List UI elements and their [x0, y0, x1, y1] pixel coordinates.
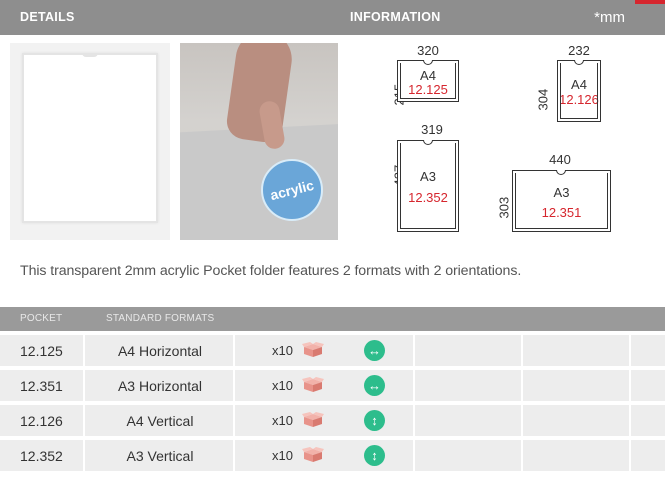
column-header-pocket: POCKET: [20, 313, 63, 324]
format-box: A4 12.125: [397, 60, 459, 102]
format-box: A3 12.352: [397, 140, 459, 232]
details-heading: DETAILS: [20, 10, 75, 24]
table-cell: [415, 335, 523, 366]
format-name: A3 Vertical: [126, 448, 194, 464]
vertical-orientation-icon: ↕: [364, 445, 385, 466]
information-heading: INFORMATION: [350, 10, 441, 24]
format-diagram-a3-horizontal: 440 303 A3 12.351: [495, 148, 625, 243]
product-image-front: [10, 43, 170, 240]
format-width: 440: [549, 152, 571, 167]
table-cell: [415, 370, 523, 401]
format-tab: [574, 60, 584, 65]
table-cell: [235, 335, 415, 366]
product-description: This transparent 2mm acrylic Pocket fold…: [20, 263, 522, 279]
format-name: A4 Vertical: [126, 413, 194, 429]
format-width: 319: [421, 122, 443, 137]
acrylic-badge-text: acrylic: [268, 176, 316, 204]
vertical-orientation-icon: ↕: [364, 410, 385, 431]
quantity: x10: [272, 413, 293, 428]
box-icon: [302, 447, 324, 462]
format-name: A3 Horizontal: [117, 378, 203, 394]
format-name: A3: [553, 185, 570, 200]
pocket-code: 12.351: [20, 378, 63, 394]
format-diagram-a3-vertical: 319 427 A3 12.352: [380, 120, 470, 240]
box-icon: [302, 342, 324, 357]
table-header: POCKET STANDARD FORMATS: [0, 307, 665, 331]
format-tab: [423, 140, 433, 145]
format-name: A4: [571, 77, 587, 92]
table-cell: [523, 440, 631, 471]
format-box: A4 12.126: [557, 60, 601, 122]
quantity: x10: [272, 343, 293, 358]
format-code: 12.352: [408, 190, 448, 205]
table-row[interactable]: 12.126 A4 Vertical x10 ↕: [0, 405, 665, 436]
format-code: 12.126: [559, 92, 599, 107]
product-photo-hand: acrylic: [180, 43, 338, 240]
table-row[interactable]: 12.351 A3 Horizontal x10 ↔: [0, 370, 665, 401]
format-height: 304: [535, 88, 551, 111]
horizontal-orientation-icon: ↔: [364, 340, 385, 361]
accent-tab: [635, 0, 665, 4]
pocket-code: 12.352: [20, 448, 63, 464]
box-icon: [302, 412, 324, 427]
format-height: 303: [496, 196, 512, 219]
format-diagram-a4-horizontal: 320 215 A4 12.125: [380, 40, 460, 120]
table-row[interactable]: 12.125 A4 Horizontal x10 ↔: [0, 335, 665, 366]
format-box: A3 12.351: [512, 170, 611, 232]
pocket-illustration: [22, 53, 158, 223]
quantity: x10: [272, 448, 293, 463]
table-cell: [415, 405, 523, 436]
format-name: A3: [420, 169, 436, 184]
table-cell: [415, 440, 523, 471]
format-width: 320: [417, 43, 439, 58]
format-diagram-a4-vertical: 232 304 A4 12.126: [530, 40, 610, 130]
pocket-code: 12.125: [20, 343, 63, 359]
acrylic-badge: acrylic: [261, 159, 323, 221]
quantity: x10: [272, 378, 293, 393]
box-icon: [302, 377, 324, 392]
unit-label: *mm: [594, 9, 625, 26]
format-code: 12.351: [541, 205, 582, 220]
pocket-code: 12.126: [20, 413, 63, 429]
format-name: A4 Horizontal: [117, 343, 203, 359]
column-header-standard-formats: STANDARD FORMATS: [106, 313, 215, 324]
format-code: 12.125: [408, 82, 448, 97]
table-cell: [235, 405, 415, 436]
format-width: 232: [568, 43, 590, 58]
format-tab: [556, 170, 566, 175]
table-cell: [523, 335, 631, 366]
table-row[interactable]: 12.352 A3 Vertical x10 ↕: [0, 440, 665, 471]
pocket-notch: [82, 53, 98, 57]
table-cell: [523, 405, 631, 436]
header-bar: DETAILS INFORMATION *mm: [0, 0, 665, 35]
format-tab: [423, 60, 433, 65]
table-cell: [235, 440, 415, 471]
format-name: A4: [420, 68, 436, 83]
table-cell: [235, 370, 415, 401]
horizontal-orientation-icon: ↔: [364, 375, 385, 396]
table-cell: [523, 370, 631, 401]
